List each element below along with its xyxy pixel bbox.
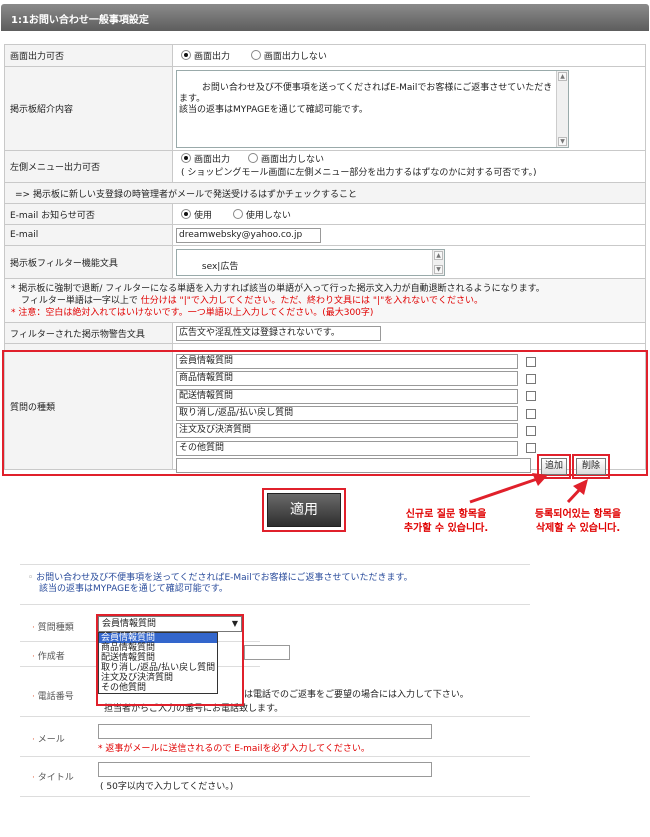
dropdown-option[interactable]: 商品情報質問 bbox=[99, 643, 217, 653]
dropdown-list: 会員情報質問 商品情報質問 配送情報質問 取り消し/返品/払い戻し質問 注文及び… bbox=[98, 632, 218, 694]
title-input[interactable] bbox=[98, 762, 432, 777]
mail-input[interactable] bbox=[98, 724, 432, 739]
preview-intro: ◦ お問い合わせ及び不便事項を送ってくださればE-Mailでお客様にご返事させて… bbox=[28, 573, 413, 594]
arrow-to-add bbox=[469, 476, 541, 504]
preview-divider bbox=[20, 756, 530, 757]
annotation-arrows bbox=[469, 473, 588, 504]
author-label: 作成者 bbox=[32, 649, 65, 662]
phone-label: 電話番号 bbox=[32, 689, 74, 702]
author-input[interactable] bbox=[244, 645, 290, 660]
preview-divider bbox=[20, 604, 530, 605]
preview-bottom-divider bbox=[20, 796, 530, 797]
dropdown-option[interactable]: 会員情報質問 bbox=[99, 633, 217, 643]
question-type-dropdown[interactable]: 会員情報質問 ▼ 会員情報質問 商品情報質問 配送情報質問 取り消し/返品/払い戻… bbox=[98, 616, 242, 694]
dropdown-option[interactable]: その他質問 bbox=[99, 683, 217, 693]
chevron-down-icon: ▼ bbox=[231, 619, 238, 628]
mail-label: メール bbox=[32, 732, 65, 745]
dropdown-option[interactable]: 取り消し/返品/払い戻し質問 bbox=[99, 663, 217, 673]
add-annotation: 신규로 질문 항목을 추가할 수 있습니다. bbox=[403, 509, 489, 534]
dropdown-option[interactable]: 注文及び決済質問 bbox=[99, 673, 217, 683]
dropdown-select[interactable]: 会員情報質問 ▼ bbox=[98, 616, 242, 632]
mail-note: * 返事がメールに送信されるので E-mailを必ず入力してください。 bbox=[98, 744, 370, 754]
title-label: タイトル bbox=[32, 770, 74, 783]
question-type-label: 質問種類 bbox=[32, 620, 74, 633]
phone-note: は電話でのご返事をご要望の場合には入力して下さい。 bbox=[244, 690, 469, 700]
delete-annotation: 등록되어있는 항목을 삭제할 수 있습니다. bbox=[534, 509, 622, 534]
preview-top-divider bbox=[20, 564, 530, 565]
dropdown-option[interactable]: 配送情報質問 bbox=[99, 653, 217, 663]
preview-divider bbox=[20, 716, 530, 717]
title-note: ( 50字以内で入力してください。) bbox=[100, 782, 234, 792]
